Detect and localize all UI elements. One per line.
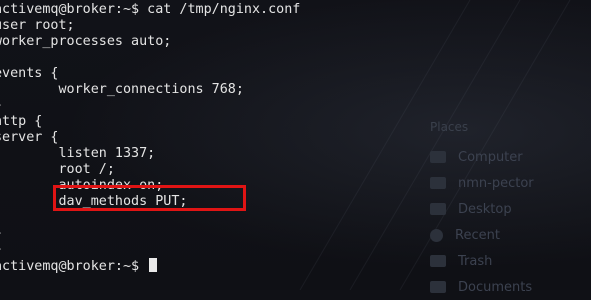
terminal-cursor — [149, 258, 158, 272]
terminal-line: root /; — [0, 162, 115, 177]
terminal-prompt: activemq@broker:~$ — [0, 259, 148, 274]
document-icon — [430, 281, 446, 293]
highlight-box — [53, 185, 246, 211]
terminal-line: user root; — [0, 18, 75, 33]
terminal-line: events { — [0, 66, 59, 81]
terminal-line: listen 1337; — [0, 146, 156, 161]
terminal-line: worker_connections 768; — [0, 82, 244, 97]
terminal-line: } — [0, 226, 591, 242]
terminal-line-command: activemq@broker:~$ cat /tmp/nginx.conf — [0, 2, 301, 17]
places-item-documents: Documents — [430, 274, 591, 300]
places-item-label: Documents — [458, 279, 533, 295]
terminal-line: server { — [0, 130, 59, 145]
terminal-line: } — [0, 242, 591, 258]
terminal-line: } — [0, 98, 591, 114]
terminal-output[interactable]: activemq@broker:~$ cat /tmp/nginx.conf u… — [0, 0, 591, 274]
terminal-line: worker_processes auto; — [0, 34, 172, 49]
terminal-prompt-line[interactable]: activemq@broker:~$ — [0, 258, 591, 274]
terminal-line: http { — [0, 114, 43, 129]
